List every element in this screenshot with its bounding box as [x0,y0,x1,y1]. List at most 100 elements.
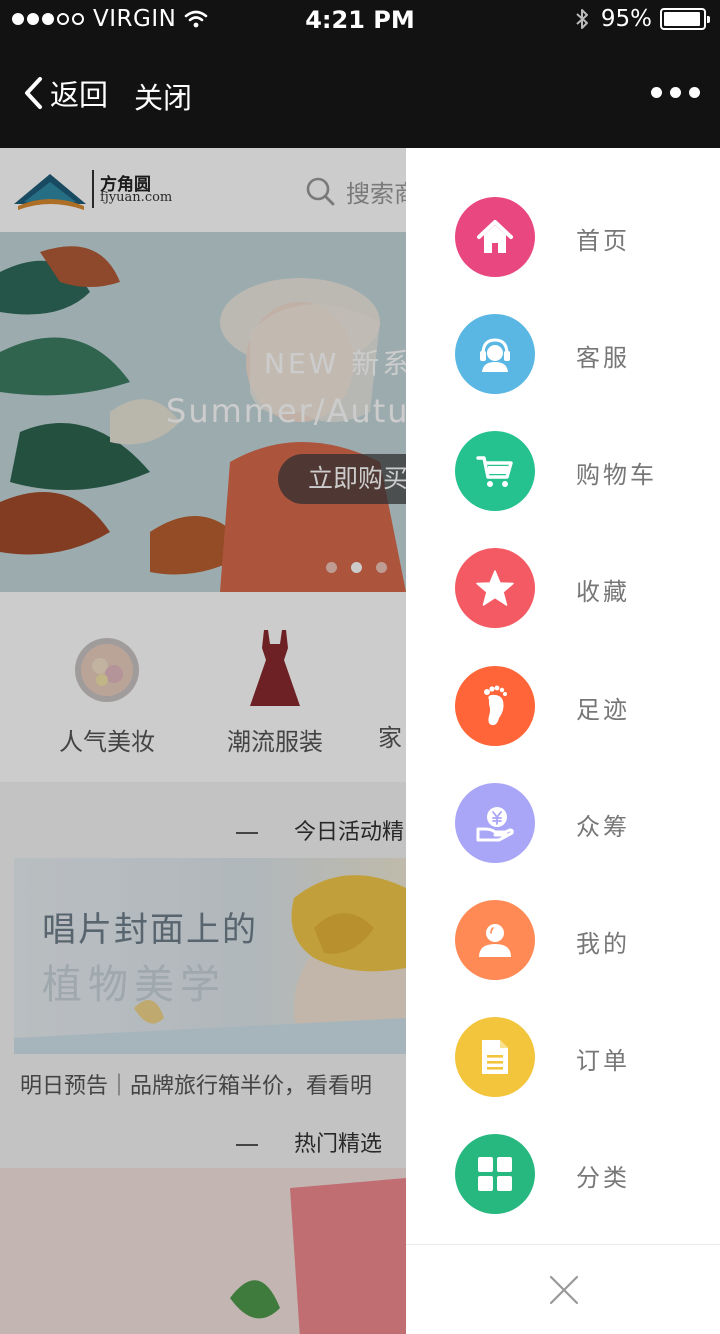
section-dash [236,1144,258,1146]
logo-divider [92,170,94,208]
menu-item-orders[interactable]: 订单 [406,1007,720,1107]
user-icon [479,924,511,957]
menu-icon-circle [455,666,535,746]
category-label: 家 [378,724,402,752]
footprint-icon [484,685,507,726]
carousel-dot [376,562,387,573]
menu-label: 首页 [576,227,630,255]
side-menu-drawer: 首页 客服 购物车 收藏 足迹 众筹 我的 订单 分类 [406,148,720,1334]
dress-icon [250,630,300,706]
category-fashion[interactable]: 潮流服装 [210,626,340,757]
signal-dot [72,13,84,25]
bluetooth-icon [576,9,588,29]
carousel-dot [351,562,362,573]
carrier-name: VIRGIN [93,6,177,32]
more-dot [689,87,700,98]
promo-subtitle: 植物美学 [42,962,226,1008]
signal-dot [27,13,39,25]
section-title-text: 今日活动精 [294,820,405,845]
menu-item-favorites[interactable]: 收藏 [406,538,720,638]
category-icon [478,1157,512,1191]
wifi-icon [185,10,208,28]
battery-icon [660,8,710,30]
back-label: 返回 [50,78,109,112]
close-icon[interactable] [546,1272,582,1308]
nav-bar: 返回 关闭 [0,42,720,148]
category-makeup[interactable]: 人气美妆 [42,626,172,757]
menu-item-crowdfunding[interactable]: 众筹 [406,773,720,873]
star-icon [476,570,514,606]
battery-percent: 95% [600,6,652,32]
battery-level [664,12,701,26]
order-icon [482,1040,508,1074]
cart-icon [476,456,513,487]
section-today-title: 今日活动精 [236,814,404,846]
menu-item-cart[interactable]: 购物车 [406,421,720,521]
more-button[interactable] [651,87,700,98]
menu-item-footprints[interactable]: 足迹 [406,656,720,756]
menu-icon-circle [455,783,535,863]
signal-dot [12,13,24,25]
customer-service-icon [480,338,510,372]
category-label: 人气美妆 [59,728,155,756]
search-placeholder: 搜索商 [346,180,406,208]
menu-item-mine[interactable]: 我的 [406,890,720,990]
promo-title: 唱片封面上的 [42,910,258,950]
section-hot-title: 热门精选 [236,1126,382,1158]
menu-icon-circle [455,314,535,394]
signal-dot [57,13,69,25]
promo-card[interactable]: 唱片封面上的 植物美学 [14,858,406,1054]
banner-buy-button[interactable]: 立即购买 [278,454,406,504]
menu-label: 众筹 [576,813,630,841]
menu-icon-circle [455,431,535,511]
carousel-dot [326,562,337,573]
menu-label: 客服 [576,344,630,372]
battery-nub [707,16,710,23]
close-button[interactable]: 关闭 [134,75,192,117]
more-dot [651,87,662,98]
product-artwork [0,1168,406,1334]
category-home[interactable]: 家 [378,626,406,753]
compact-powder-icon [75,638,139,702]
back-button[interactable]: 返回 [22,72,108,114]
logo-text-en: fjyuan.com [100,190,173,205]
crowdfunding-icon [476,807,514,842]
chevron-left-icon [25,77,42,109]
menu-label: 购物车 [576,461,657,489]
menu-icon-circle [455,1134,535,1214]
menu-label: 足迹 [576,696,630,724]
menu-icon-circle [455,548,535,628]
menu-item-home[interactable]: 首页 [406,187,720,287]
menu-item-categories[interactable]: 分类 [406,1124,720,1224]
search-icon [306,177,335,205]
section-dash [236,832,258,834]
menu-label: 收藏 [576,578,630,606]
product-banner[interactable] [0,1168,406,1334]
signal-carrier: VIRGIN [12,6,208,32]
carousel-indicator [326,562,387,573]
category-label: 潮流服装 [227,728,323,756]
menu-item-customer-service[interactable]: 客服 [406,304,720,404]
menu-icon-circle [455,1017,535,1097]
banner-subheadline: Summer/Autu [166,392,406,430]
menu-icon-circle [455,197,535,277]
signal-dot [42,13,54,25]
background-page: 方角圆 fjyuan.com 搜索商 NEW 新系 Summer/Autu [0,148,406,1334]
category-thumb [378,626,406,706]
more-dot [670,87,681,98]
status-right: 95% [575,6,710,32]
category-row: 人气美妆 潮流服装 家 [0,592,406,782]
banner-headline: NEW 新系 [264,347,406,380]
drawer-divider [406,1244,720,1245]
section-title-text: 热门精选 [294,1132,383,1157]
menu-label: 分类 [576,1164,630,1192]
promo-caption: 明日预告｜品牌旅行箱半价，看看明 [20,1074,373,1099]
status-bar: VIRGIN 4:21 PM 95% [0,0,720,42]
menu-label: 我的 [576,930,630,958]
menu-icon-circle [455,900,535,980]
promo-banner[interactable]: NEW 新系 Summer/Autu 立即购买 [0,232,406,592]
menu-label: 订单 [576,1047,630,1075]
search-bar[interactable]: 搜索商 [306,174,406,209]
page-header: 方角圆 fjyuan.com 搜索商 [0,148,406,232]
home-icon [477,220,513,253]
